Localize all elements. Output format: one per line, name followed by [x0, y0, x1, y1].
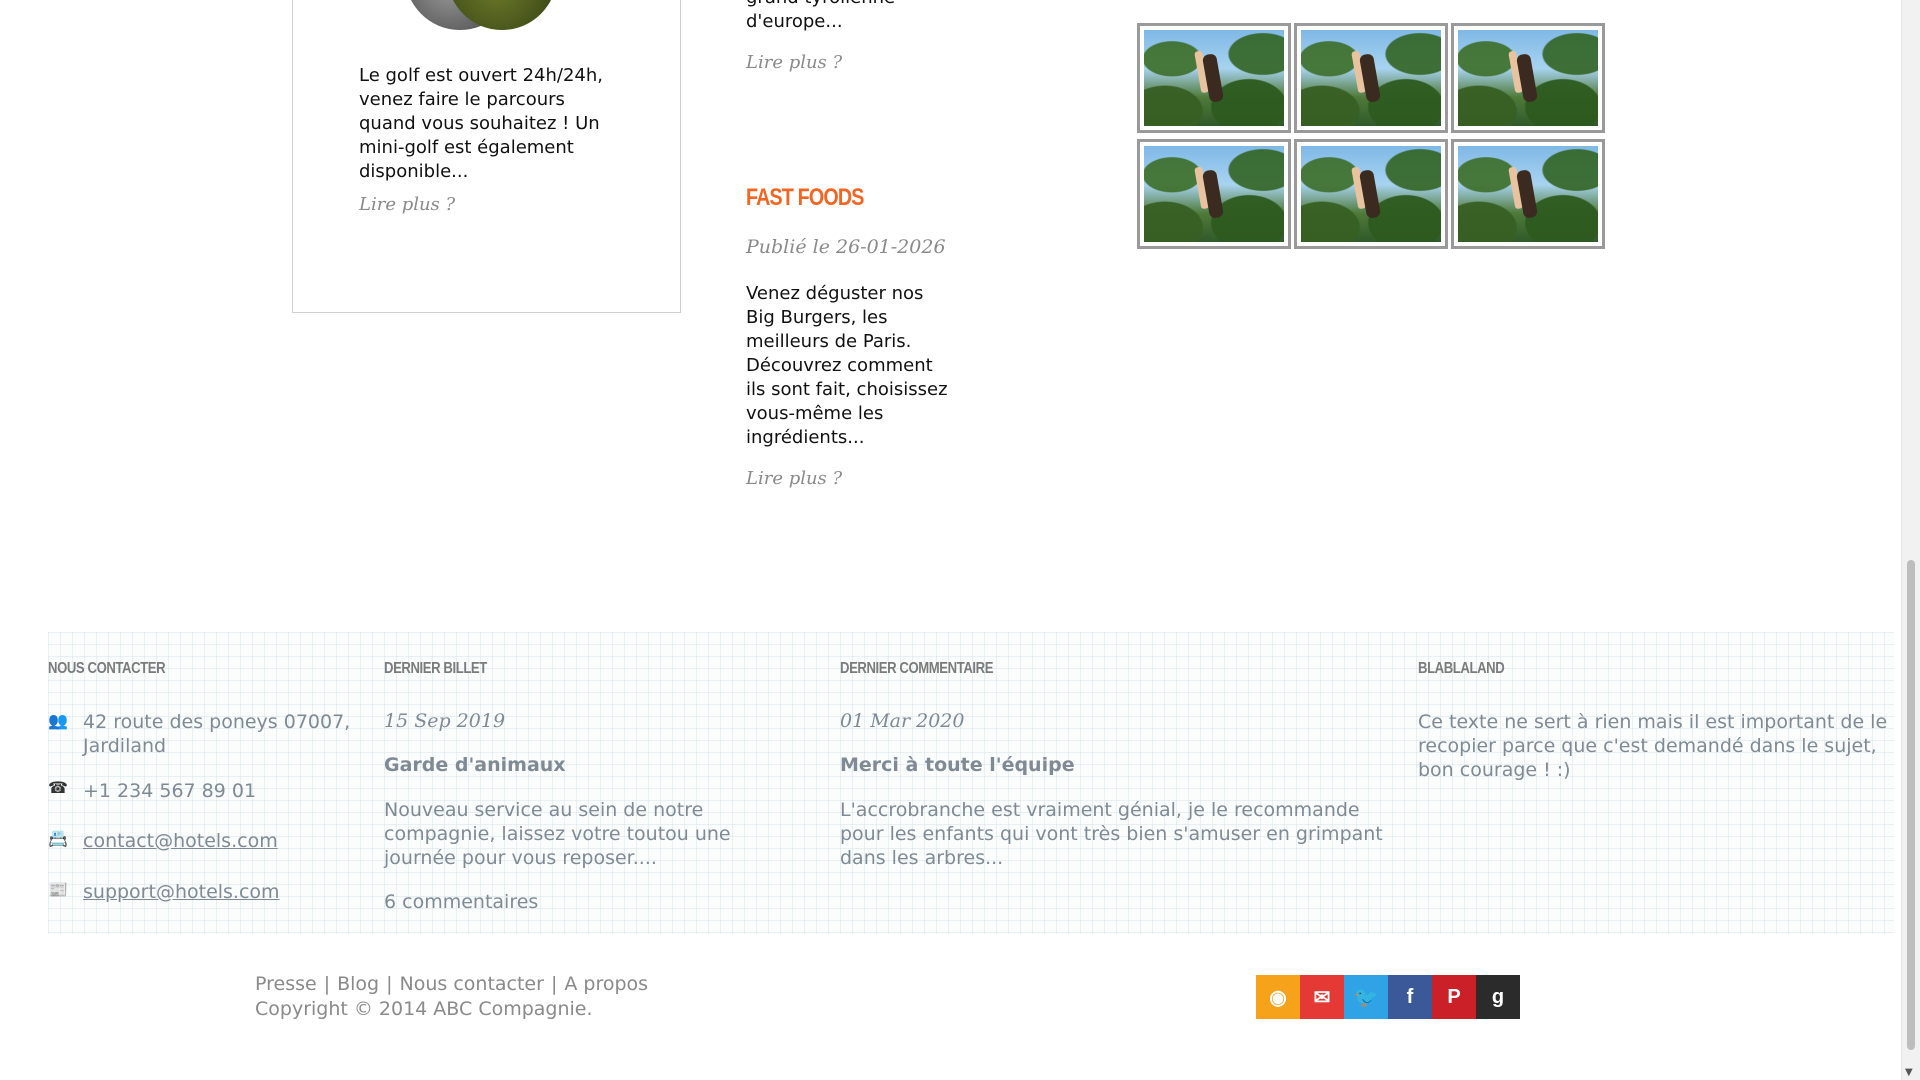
gallery-thumbnail[interactable]: [1137, 139, 1291, 249]
zipline-card-text: grand tyrolienne d'europe...: [746, 0, 895, 32]
blablaland-text: Ce texte ne sert à rien mais il est impo…: [1418, 711, 1888, 781]
bottom-nav: Presse | Blog | Nous contacter | A propos: [255, 973, 649, 995]
last-post-heading: DERNIER BILLET: [384, 660, 487, 677]
contact-card-icon: 📇: [48, 829, 68, 848]
pinterest-icon[interactable]: P: [1432, 975, 1476, 1019]
scroll-down-icon[interactable]: ▼: [1905, 1067, 1913, 1078]
contact-heading: NOUS CONTACTER: [48, 660, 166, 677]
fastfood-text: Venez déguster nos Big Burgers, les meil…: [746, 283, 948, 448]
phone-icon: ☎: [48, 778, 68, 797]
last-post-comments[interactable]: 6 commentaires: [384, 890, 538, 914]
facebook-icon[interactable]: f: [1388, 975, 1432, 1019]
contact-address: 42 route des poneys 07007, Jardiland: [83, 711, 351, 757]
golf-read-more-link[interactable]: Lire plus ?: [359, 194, 455, 215]
people-icon: 👥: [48, 711, 68, 730]
gallery-thumbnail[interactable]: [1137, 23, 1291, 133]
last-post-date: 15 Sep 2019: [384, 710, 506, 732]
link-blog[interactable]: Blog: [337, 973, 379, 995]
fastfood-read-more-link[interactable]: Lire plus ?: [746, 468, 842, 489]
golf-card: Le golf est ouvert 24h/24h, venez faire …: [292, 0, 681, 313]
link-about[interactable]: A propos: [564, 973, 648, 995]
fastfood-date: Publié le 26-01-2026: [746, 236, 946, 258]
gallery-thumbnail[interactable]: [1294, 23, 1448, 133]
contact-phone: +1 234 567 89 01: [83, 780, 257, 802]
gallery-thumbnail[interactable]: [1294, 139, 1448, 249]
link-contact[interactable]: Nous contacter: [400, 973, 544, 995]
last-comment-title[interactable]: Merci à toute l'équipe: [840, 754, 1075, 776]
last-comment-text: L'accrobranche est vraiment génial, je l…: [840, 799, 1383, 869]
fastfood-title: FAST FOODS: [746, 184, 864, 211]
gallery-thumbnail[interactable]: [1451, 139, 1605, 249]
contact-email-link[interactable]: contact@hotels.com: [83, 830, 278, 852]
last-comment-heading: DERNIER COMMENTAIRE: [840, 660, 994, 677]
gallery-thumbnail[interactable]: [1451, 23, 1605, 133]
copyright: Copyright © 2014 ABC Compagnie.: [255, 998, 593, 1020]
rss-icon[interactable]: ◉: [1256, 975, 1300, 1019]
social-links: ◉ ✉ 🐦 f Pg: [1256, 975, 1520, 1019]
twitter-icon[interactable]: 🐦: [1344, 975, 1388, 1019]
zipline-read-more-link[interactable]: Lire plus ?: [746, 52, 842, 73]
golf-card-text: Le golf est ouvert 24h/24h, venez faire …: [359, 65, 603, 182]
last-comment-date: 01 Mar 2020: [840, 710, 965, 732]
google-icon[interactable]: g: [1476, 975, 1520, 1019]
golf-balls-image: [405, 0, 565, 38]
blablaland-heading: BLABLALAND: [1418, 660, 1505, 677]
last-post-title[interactable]: Garde d'animaux: [384, 754, 566, 776]
link-presse[interactable]: Presse: [255, 973, 317, 995]
mail-icon[interactable]: ✉: [1300, 975, 1344, 1019]
support-email-link[interactable]: support@hotels.com: [83, 881, 280, 903]
scroll-thumb[interactable]: [1907, 560, 1915, 1050]
photo-gallery: [1137, 23, 1611, 249]
last-post-text: Nouveau service au sein de notre compagn…: [384, 799, 731, 869]
vertical-scrollbar[interactable]: ▼: [1901, 0, 1920, 1080]
newspaper-icon: 📰: [48, 880, 68, 899]
